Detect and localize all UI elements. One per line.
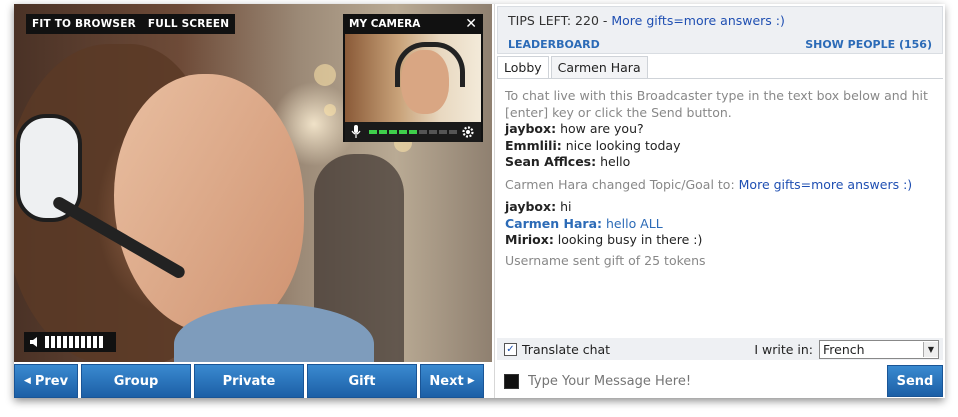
group-button[interactable]: Group	[81, 364, 191, 398]
chat-messages: To chat live with this Broadcaster type …	[505, 88, 935, 269]
chat-panel: TIPS LEFT: 220 - More gifts=more answers…	[494, 4, 945, 398]
tips-header: TIPS LEFT: 220 - More gifts=more answers…	[497, 6, 943, 54]
volume-bar-segment	[51, 336, 55, 348]
gift-notice: Username sent gift of 25 tokens	[505, 252, 706, 268]
my-camera-panel: MY CAMERA ✕	[343, 14, 483, 142]
chat-username[interactable]: jaybox:	[505, 199, 556, 214]
my-camera-header: MY CAMERA ✕	[343, 14, 483, 34]
topic-change-text: Carmen Hara changed Topic/Goal to:	[505, 176, 739, 192]
mic-level-segment	[369, 130, 377, 134]
chat-message: Emmlili: nice looking today	[505, 138, 935, 155]
message-input-bar: Send	[497, 364, 943, 398]
full-screen-button[interactable]: FULL SCREEN	[142, 14, 235, 34]
volume-bar-segment	[99, 336, 103, 348]
tab-lobby[interactable]: Lobby	[497, 56, 549, 78]
chat-text: how are you?	[556, 121, 644, 136]
broadcast-controls: ◀ Prev Group Private Gift Next ▶	[14, 364, 492, 398]
chat-text: looking busy in there :)	[553, 232, 703, 247]
private-button[interactable]: Private	[194, 364, 304, 398]
chat-username[interactable]: Sean Afflces:	[505, 154, 596, 169]
bokeh-light	[324, 104, 336, 116]
volume-bar-segment	[57, 336, 61, 348]
chat-message: Sean Afflces: hello	[505, 154, 935, 171]
tips-left-line: TIPS LEFT: 220 - More gifts=more answers…	[508, 13, 785, 28]
my-camera-controls	[345, 122, 481, 142]
chat-text: hi	[556, 199, 572, 214]
mic-level-meter	[369, 130, 457, 134]
tips-left-text: TIPS LEFT: 220 -	[508, 13, 612, 28]
i-write-in-label: I write in:	[754, 341, 813, 357]
translate-bar: ✓ Translate chat I write in: French ▼	[497, 338, 943, 360]
text-color-swatch[interactable]	[504, 373, 519, 389]
speaker-icon[interactable]	[29, 336, 41, 348]
chat-username[interactable]: jaybox:	[505, 121, 556, 136]
chat-tabs: Lobby Carmen Hara	[497, 56, 943, 79]
chat-username[interactable]: Miriox:	[505, 232, 554, 247]
next-button[interactable]: Next ▶	[420, 364, 484, 398]
mic-level-segment	[449, 130, 457, 134]
language-value: French	[823, 341, 865, 357]
tips-goal-link[interactable]: More gifts=more answers :)	[611, 13, 785, 28]
close-icon[interactable]: ✕	[465, 16, 477, 32]
mic-level-segment	[399, 130, 407, 134]
broadcast-video[interactable]: FIT TO BROWSER FULL SCREEN MY CAMERA ✕	[14, 4, 492, 362]
fit-to-browser-button[interactable]: FIT TO BROWSER	[26, 14, 142, 34]
chat-intro-text: To chat live with this Broadcaster type …	[505, 88, 928, 120]
chat-text: nice looking today	[561, 137, 681, 153]
volume-bar-segment	[81, 336, 85, 348]
volume-bar-segment	[87, 336, 91, 348]
chevron-right-icon: ▶	[467, 376, 475, 386]
volume-control[interactable]	[24, 332, 116, 352]
chevron-left-icon: ◀	[23, 376, 31, 386]
prev-button[interactable]: ◀ Prev	[14, 364, 78, 398]
chat-message: jaybox: hi	[505, 199, 935, 216]
volume-level-bars[interactable]	[45, 336, 103, 348]
volume-bar-segment	[63, 336, 67, 348]
my-camera-title: MY CAMERA	[349, 18, 421, 30]
volume-bar-segment	[75, 336, 79, 348]
translate-checkbox[interactable]: ✓	[504, 342, 517, 356]
topic-change-notice: Carmen Hara changed Topic/Goal to: More …	[505, 177, 935, 194]
send-button[interactable]: Send	[887, 365, 943, 397]
bokeh-light	[314, 64, 336, 86]
mic-level-segment	[389, 130, 397, 134]
gift-button[interactable]: Gift	[307, 364, 417, 398]
tab-carmen-hara[interactable]: Carmen Hara	[550, 56, 648, 78]
translate-label: Translate chat	[522, 341, 611, 357]
volume-bar-segment	[69, 336, 73, 348]
my-camera-preview	[345, 34, 481, 122]
gear-icon[interactable]	[461, 125, 475, 139]
chat-message: jaybox: how are you?	[505, 121, 935, 138]
host-message: Carmen Hara: hello ALL	[505, 216, 935, 233]
show-people-link[interactable]: SHOW PEOPLE (156)	[805, 38, 932, 51]
chevron-down-icon[interactable]: ▼	[923, 341, 938, 357]
volume-bar-segment	[45, 336, 49, 348]
topic-goal-link[interactable]: More gifts=more answers :)	[739, 177, 913, 192]
chat-message: Miriox: looking busy in there :)	[505, 232, 935, 249]
message-input[interactable]	[526, 366, 887, 396]
volume-bar-segment	[93, 336, 97, 348]
mic-level-segment	[379, 130, 387, 134]
next-label: Next	[429, 373, 464, 389]
mic-level-segment	[439, 130, 447, 134]
microphone-icon[interactable]	[351, 125, 361, 139]
chat-text: hello	[596, 154, 631, 169]
prev-label: Prev	[34, 373, 69, 389]
chat-username[interactable]: Emmlili:	[505, 138, 562, 153]
broadcast-panel: FIT TO BROWSER FULL SCREEN MY CAMERA ✕ ◀…	[14, 4, 945, 398]
mic-level-segment	[409, 130, 417, 134]
mic-level-segment	[429, 130, 437, 134]
leaderboard-link[interactable]: LEADERBOARD	[508, 38, 600, 51]
host-username[interactable]: Carmen Hara:	[505, 216, 602, 231]
chat-text: hello ALL	[602, 215, 663, 231]
language-select[interactable]: French ▼	[819, 339, 939, 359]
viewer-headphones	[395, 42, 465, 87]
video-view-buttons: FIT TO BROWSER FULL SCREEN	[26, 14, 236, 34]
mic-level-segment	[419, 130, 427, 134]
